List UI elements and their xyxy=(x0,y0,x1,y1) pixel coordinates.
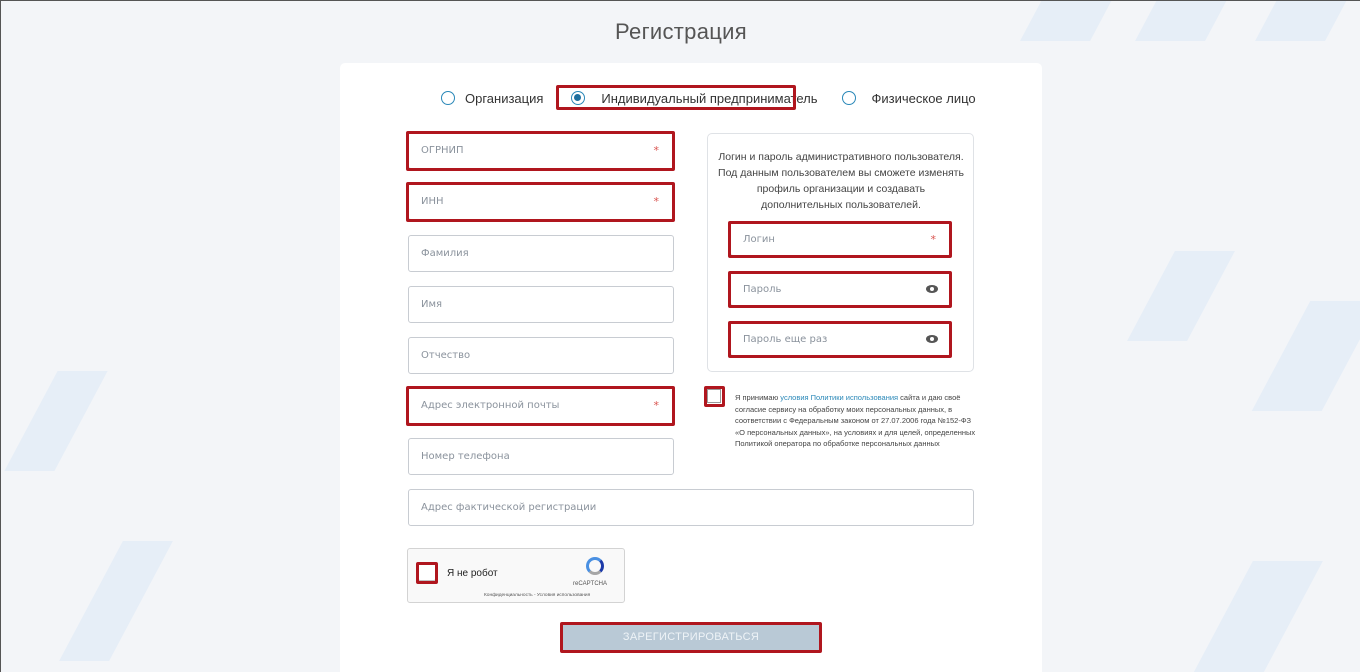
inn-placeholder: ИНН xyxy=(421,196,444,207)
admin-info-text: Логин и пароль административного пользов… xyxy=(718,151,964,211)
radio-circle-icon xyxy=(841,91,856,105)
password-repeat-input[interactable]: Пароль еще раз xyxy=(730,322,951,356)
password-repeat-placeholder: Пароль еще раз xyxy=(743,333,828,345)
email-input[interactable]: Адрес электронной почты * xyxy=(408,387,674,424)
inn-input[interactable]: ИНН * xyxy=(408,183,674,220)
background-stripe xyxy=(4,371,108,471)
consent-checkbox[interactable] xyxy=(707,389,721,403)
account-type-selector: Организация Индивидуальный предпринимате… xyxy=(441,86,976,110)
password-input[interactable]: Пароль xyxy=(730,272,951,306)
required-mark: * xyxy=(653,399,660,412)
required-mark: * xyxy=(653,144,660,157)
show-password-icon[interactable] xyxy=(926,285,938,293)
radio-checked-icon xyxy=(571,91,586,105)
address-placeholder: Адрес фактической регистрации xyxy=(421,502,597,513)
first-name-placeholder: Имя xyxy=(421,299,443,310)
phone-placeholder: Номер телефона xyxy=(421,451,510,462)
login-placeholder: Логин xyxy=(743,233,775,245)
ogrnip-input[interactable]: ОГРНИП * xyxy=(408,132,674,169)
middle-name-placeholder: Отчество xyxy=(421,350,471,361)
ogrnip-placeholder: ОГРНИП xyxy=(421,145,464,156)
consent-text: Я принимаю условия Политики использовани… xyxy=(735,392,979,450)
email-placeholder: Адрес электронной почты xyxy=(421,400,560,411)
captcha-checkbox[interactable] xyxy=(418,563,436,581)
last-name-input[interactable]: Фамилия xyxy=(408,235,674,272)
background-stripe xyxy=(59,541,173,661)
radio-label: Организация xyxy=(465,90,544,106)
address-input[interactable]: Адрес фактической регистрации xyxy=(408,489,974,526)
radio-individual-entrepreneur[interactable]: Индивидуальный предприниматель xyxy=(571,90,818,106)
required-mark: * xyxy=(653,195,660,208)
recaptcha-logo-icon xyxy=(586,557,604,575)
password-placeholder: Пароль xyxy=(743,283,782,295)
captcha-label: Я не робот xyxy=(447,568,498,579)
policy-link[interactable]: условия Политики использования xyxy=(780,393,898,402)
consent-prefix: Я принимаю xyxy=(735,393,781,402)
phone-input[interactable]: Номер телефона xyxy=(408,438,674,475)
radio-label: Физическое лицо xyxy=(871,90,976,106)
page-title: Регистрация xyxy=(615,19,747,44)
background-stripe xyxy=(1189,561,1323,672)
captcha-links[interactable]: Конфиденциальность - Условия использован… xyxy=(484,593,590,598)
background-stripe xyxy=(1251,301,1360,411)
radio-label: Индивидуальный предприниматель xyxy=(601,90,818,106)
middle-name-input[interactable]: Отчество xyxy=(408,337,674,374)
last-name-placeholder: Фамилия xyxy=(421,248,469,259)
register-button[interactable]: ЗАРЕГИСТРИРОВАТЬСЯ xyxy=(562,624,820,650)
radio-organization[interactable]: Организация xyxy=(441,91,543,106)
radio-circle-icon xyxy=(441,91,455,105)
page-frame: Регистрация Организация Индивидуальный п… xyxy=(0,0,1360,672)
required-mark: * xyxy=(930,232,937,246)
radio-individual[interactable]: Физическое лицо xyxy=(841,90,976,106)
login-input[interactable]: Логин * xyxy=(730,222,951,256)
show-password-icon[interactable] xyxy=(926,335,938,343)
first-name-input[interactable]: Имя xyxy=(408,286,674,323)
captcha-brand: reCAPTCHA xyxy=(573,581,608,587)
background-stripe xyxy=(1127,251,1235,341)
